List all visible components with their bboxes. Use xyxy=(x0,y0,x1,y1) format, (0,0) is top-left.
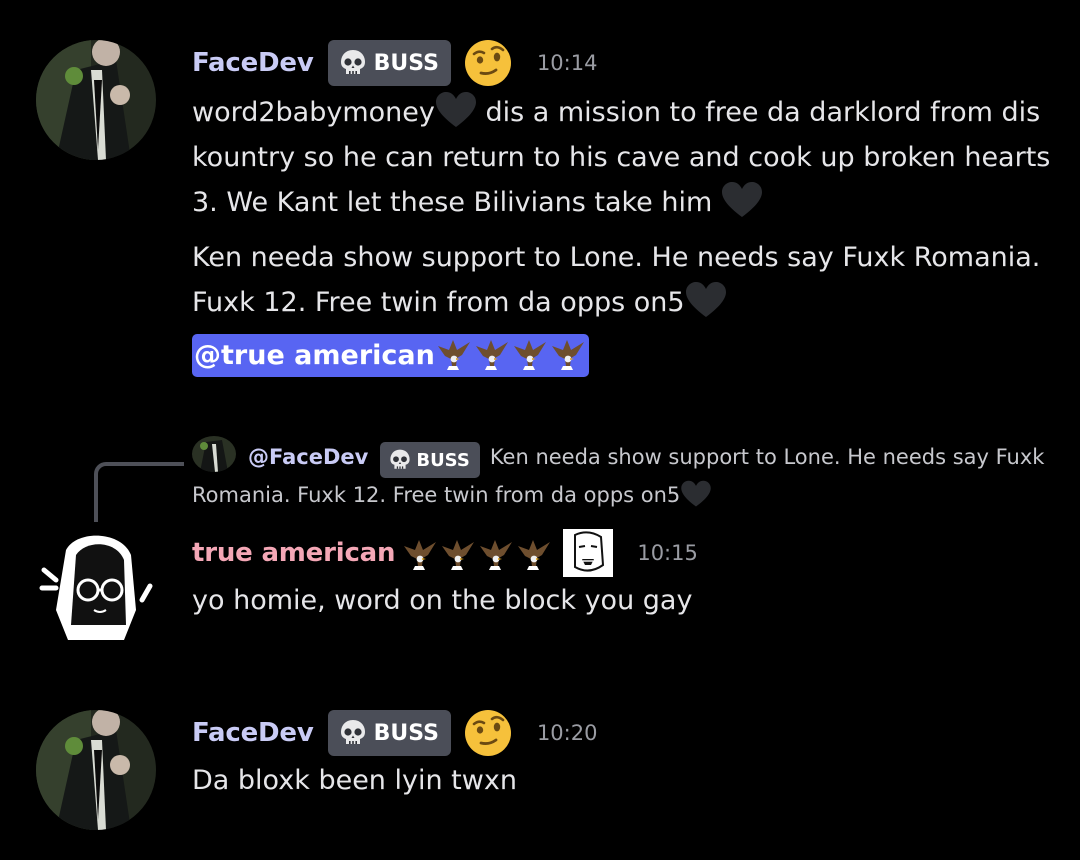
true-american-avatar[interactable] xyxy=(36,530,156,650)
black-heart-icon xyxy=(721,181,763,219)
skull-icon xyxy=(338,718,368,748)
facedev-avatar[interactable] xyxy=(36,710,156,830)
guild-tag-label: BUSS xyxy=(373,50,439,76)
reply-avatar xyxy=(192,436,236,472)
black-heart-icon xyxy=(435,91,477,129)
raised-eyebrow-face-icon xyxy=(463,708,513,758)
user-mention[interactable]: @true american xyxy=(192,334,589,377)
message-text: Da bloxk been lyin twxn xyxy=(192,765,517,796)
eagle-icon xyxy=(477,534,515,572)
reply-preview[interactable]: @FaceDev BUSS Ken needa show support to Lo… xyxy=(192,436,1052,513)
eagle-icon xyxy=(511,334,549,372)
raised-eyebrow-face-icon xyxy=(463,38,513,88)
author-name[interactable]: true american xyxy=(192,538,396,568)
eagle-icon xyxy=(473,334,511,372)
message-header: true american 10:15 xyxy=(192,529,698,577)
eagle-icon xyxy=(439,534,477,572)
reply-guild-tag: BUSS xyxy=(380,442,480,478)
message-header: FaceDev BUSS 10:20 xyxy=(192,710,597,756)
eagle-emojis xyxy=(401,534,553,572)
message-paragraph: Ken needa show support to Lone. He needs… xyxy=(192,235,1062,325)
message-content: yo homie, word on the block you gay xyxy=(192,578,1062,623)
eagle-icon xyxy=(515,534,553,572)
eagle-icon xyxy=(401,534,439,572)
eagle-emojis xyxy=(435,334,587,372)
mention-label: @true american xyxy=(194,340,435,371)
reply-guild-tag-label: BUSS xyxy=(416,449,470,471)
skull-icon xyxy=(388,448,412,472)
author-name[interactable]: FaceDev xyxy=(192,718,314,748)
message-text: yo homie, word on the block you gay xyxy=(192,585,693,616)
wojak-meme-icon xyxy=(563,529,614,577)
timestamp[interactable]: 10:15 xyxy=(637,541,698,565)
guild-tag[interactable]: BUSS xyxy=(327,40,451,86)
message-content: Da bloxk been lyin twxn xyxy=(192,758,1062,803)
message-paragraph: word2babymoney dis a mission to free da … xyxy=(192,90,1062,225)
black-heart-icon xyxy=(685,281,727,319)
guild-tag[interactable]: BUSS xyxy=(327,710,451,756)
message-header: FaceDev BUSS 10:14 xyxy=(192,40,597,86)
reply-connector xyxy=(94,462,184,522)
guild-tag-label: BUSS xyxy=(373,720,439,746)
facedev-avatar[interactable] xyxy=(36,40,156,160)
reply-author[interactable]: @FaceDev xyxy=(248,445,368,469)
message-paragraph: @true american xyxy=(192,333,1062,378)
message-text-segment: word2babymoney xyxy=(192,97,435,128)
timestamp[interactable]: 10:14 xyxy=(537,51,598,75)
skull-icon xyxy=(338,48,368,78)
message-content: word2babymoney dis a mission to free da … xyxy=(192,90,1062,378)
black-heart-icon xyxy=(680,480,712,508)
author-name[interactable]: FaceDev xyxy=(192,48,314,78)
timestamp[interactable]: 10:20 xyxy=(537,721,598,745)
eagle-icon xyxy=(549,334,587,372)
eagle-icon xyxy=(435,334,473,372)
message-text-segment: Ken needa show support to Lone. He needs… xyxy=(192,242,1041,318)
